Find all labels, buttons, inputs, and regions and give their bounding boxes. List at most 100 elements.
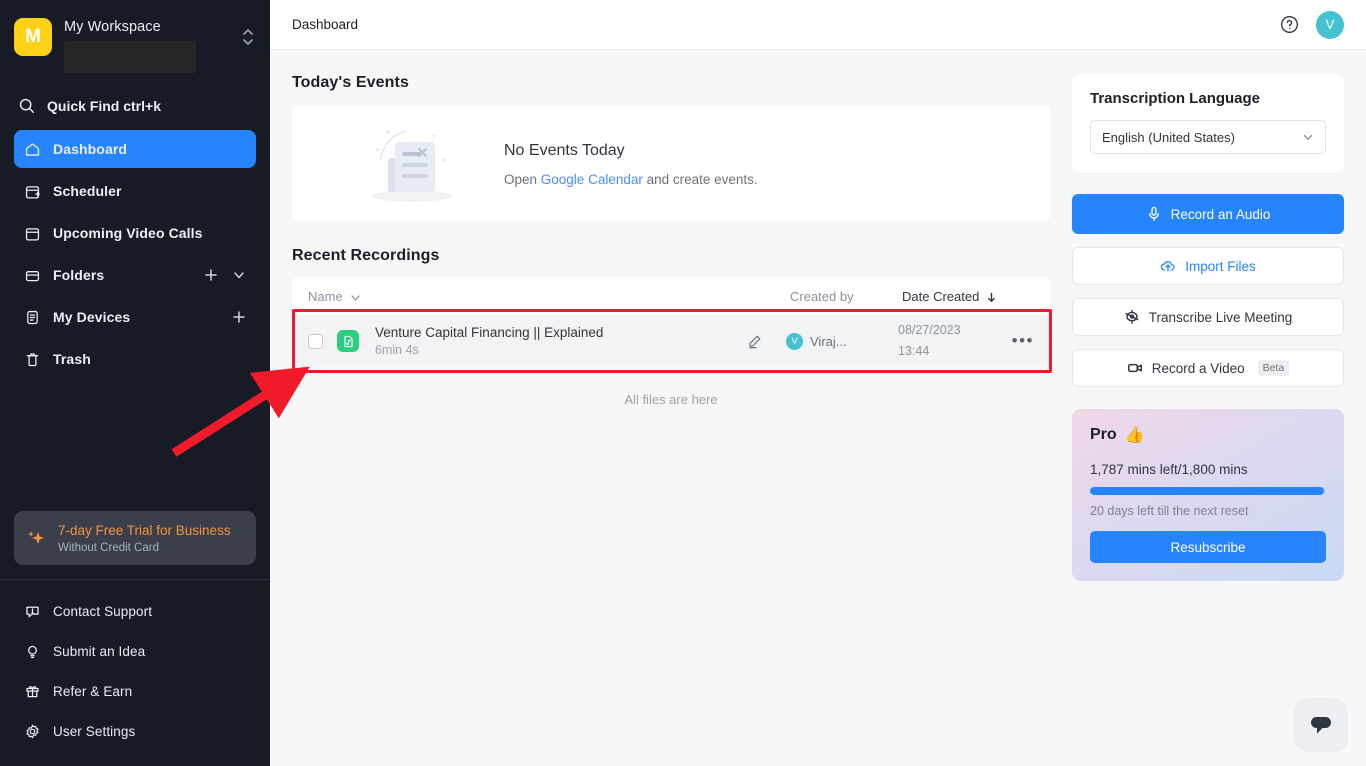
empty-events-illustration <box>364 120 460 206</box>
sidebar-item-label: Submit an Idea <box>53 644 246 659</box>
workspace-logo: M <box>14 18 52 56</box>
button-label: Record a Video <box>1152 361 1245 376</box>
recent-recordings-title: Recent Recordings <box>292 247 1050 265</box>
chat-bubble-icon <box>1308 712 1334 738</box>
meeting-icon <box>1124 309 1140 325</box>
sidebar-item-my-devices[interactable]: My Devices <box>14 298 256 336</box>
gift-icon <box>24 683 41 700</box>
thumbs-up-icon: 👍 <box>1125 425 1145 445</box>
created-time: 13:44 <box>898 341 1008 362</box>
recordings-table: Name Created by Date Created <box>292 278 1050 366</box>
video-camera-icon <box>1127 360 1143 376</box>
quick-find-label: Quick Find ctrl+k <box>47 98 161 114</box>
plan-minutes: 1,787 mins left/1,800 mins <box>1090 462 1326 477</box>
plan-progress-bar <box>1090 487 1326 495</box>
breadcrumb: Dashboard <box>292 17 358 32</box>
button-label: Transcribe Live Meeting <box>1149 310 1293 325</box>
creator-avatar: V <box>786 333 803 350</box>
chevron-down-icon[interactable] <box>232 268 246 282</box>
search-icon <box>18 97 35 114</box>
sparkle-icon <box>26 528 46 548</box>
sidebar-item-folders[interactable]: Folders <box>14 256 256 294</box>
row-more-actions-button[interactable]: ••• <box>1008 331 1034 351</box>
row-name-cell: Venture Capital Financing || Explained 6… <box>375 325 747 357</box>
row-checkbox[interactable] <box>308 334 323 349</box>
dashboard-content: Today's Events <box>270 50 1072 766</box>
import-files-button[interactable]: Import Files <box>1072 247 1344 285</box>
recordings-row-wrapper: Venture Capital Financing || Explained 6… <box>292 316 1050 366</box>
sidebar-item-submit-an-idea[interactable]: Submit an Idea <box>14 632 256 670</box>
google-calendar-link[interactable]: Google Calendar <box>541 172 643 187</box>
workspace-switcher[interactable]: M My Workspace <box>0 0 270 83</box>
beta-badge: Beta <box>1258 360 1290 376</box>
sidebar-item-upcoming-video-calls[interactable]: Upcoming Video Calls <box>14 214 256 252</box>
devices-actions <box>232 310 246 324</box>
sidebar-item-label: User Settings <box>53 724 246 739</box>
gear-icon <box>24 723 41 740</box>
all-files-note: All files are here <box>292 392 1050 407</box>
table-row[interactable]: Venture Capital Financing || Explained 6… <box>292 316 1050 366</box>
folders-actions <box>204 268 246 282</box>
body-row: Today's Events <box>270 50 1366 766</box>
column-header-created-by[interactable]: Created by <box>790 289 902 304</box>
help-circle-icon[interactable] <box>1279 14 1300 35</box>
row-date-cell: 08/27/2023 13:44 <box>898 320 1008 361</box>
sidebar-item-user-settings[interactable]: User Settings <box>14 712 256 750</box>
chat-widget-button[interactable] <box>1294 698 1348 752</box>
quick-find-button[interactable]: Quick Find ctrl+k <box>14 91 256 120</box>
record-an-audio-button[interactable]: Record an Audio <box>1072 194 1344 234</box>
support-icon <box>24 603 41 620</box>
plan-reset-note: 20 days left till the next reset <box>1090 504 1326 518</box>
main-area: Dashboard V Today's Events <box>270 0 1366 766</box>
sidebar-item-trash[interactable]: Trash <box>14 340 256 378</box>
sidebar-item-label: Dashboard <box>53 141 246 157</box>
resubscribe-button[interactable]: Resubscribe <box>1090 531 1326 563</box>
plan-heading: Pro 👍 <box>1090 425 1326 445</box>
column-header-name[interactable]: Name <box>308 289 790 304</box>
calendar-plus-icon <box>24 183 41 200</box>
no-events-heading: No Events Today <box>504 142 758 160</box>
sidebar-footer-nav: Contact Support Submit an Idea Refe <box>0 580 270 766</box>
record-a-video-button[interactable]: Record a Video Beta <box>1072 349 1344 387</box>
todays-events-title: Today's Events <box>292 74 1050 92</box>
sidebar-item-label: Upcoming Video Calls <box>53 225 246 241</box>
todays-events-card: No Events Today Open Google Calendar and… <box>292 105 1050 221</box>
column-label-date: Date Created <box>902 289 979 304</box>
creator-name: Viraj... <box>810 334 847 349</box>
trial-texts: 7-day Free Trial for Business Without Cr… <box>58 522 231 554</box>
audio-file-icon <box>337 330 359 352</box>
language-select[interactable]: English (United States) <box>1090 120 1326 154</box>
column-header-date-created[interactable]: Date Created <box>902 289 1034 304</box>
column-label-name: Name <box>308 289 343 304</box>
button-label: Import Files <box>1185 259 1256 274</box>
sidebar-item-label: Scheduler <box>53 183 246 199</box>
subscription-card: Pro 👍 1,787 mins left/1,800 mins 20 days… <box>1072 409 1344 581</box>
home-icon <box>24 141 41 158</box>
chevron-updown-icon[interactable] <box>240 18 256 48</box>
add-device-icon[interactable] <box>232 310 246 324</box>
app-root: M My Workspace Quick Find ctrl+k <box>0 0 1366 766</box>
sidebar-item-scheduler[interactable]: Scheduler <box>14 172 256 210</box>
free-trial-banner[interactable]: 7-day Free Trial for Business Without Cr… <box>14 511 256 565</box>
workspace-name: My Workspace <box>64 19 228 35</box>
sidebar-item-contact-support[interactable]: Contact Support <box>14 592 256 630</box>
folder-icon <box>24 267 41 284</box>
trial-subtitle: Without Credit Card <box>58 542 231 554</box>
pencil-icon[interactable] <box>747 334 762 349</box>
sidebar-item-refer-and-earn[interactable]: Refer & Earn <box>14 672 256 710</box>
text-before: Open <box>504 172 541 187</box>
avatar[interactable]: V <box>1316 11 1344 39</box>
trash-icon <box>24 351 41 368</box>
transcription-language-title: Transcription Language <box>1090 90 1326 107</box>
sidebar-item-label: My Devices <box>53 309 220 325</box>
sidebar-item-dashboard[interactable]: Dashboard <box>14 130 256 168</box>
transcribe-live-meeting-button[interactable]: Transcribe Live Meeting <box>1072 298 1344 336</box>
sidebar-item-label: Contact Support <box>53 604 246 619</box>
plan-name: Pro <box>1090 426 1117 444</box>
sort-descending-icon <box>986 291 997 302</box>
sidebar-item-label: Folders <box>53 267 192 283</box>
workspace-texts: My Workspace <box>64 18 228 73</box>
cloud-upload-icon <box>1160 258 1176 274</box>
add-folder-icon[interactable] <box>204 268 218 282</box>
right-panel: Transcription Language English (United S… <box>1072 50 1366 766</box>
